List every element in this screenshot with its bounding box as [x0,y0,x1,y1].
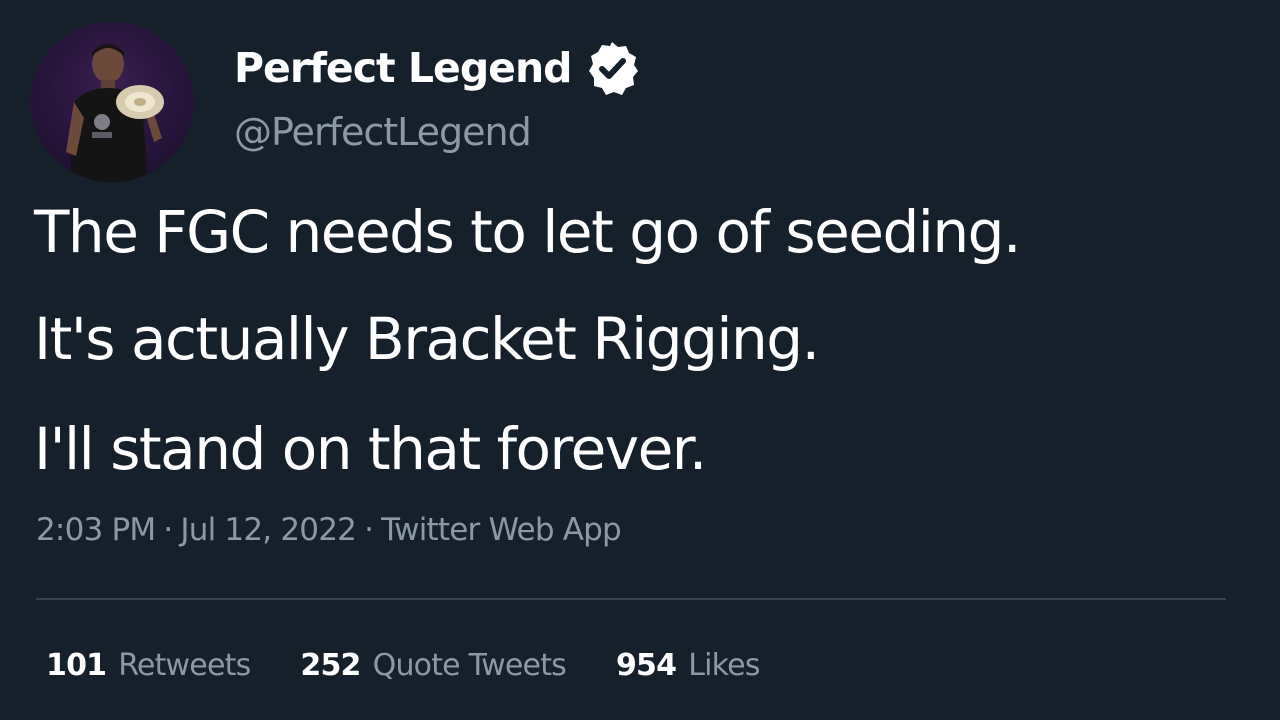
meta-separator: · [364,512,374,548]
tweet-text-line: It's actually Bracket Rigging. [34,305,820,373]
author-handle[interactable]: @PerfectLegend [234,110,532,154]
author-name-row: Perfect Legend [234,40,642,96]
retweets-count: 101 [46,648,107,683]
likes-count: 954 [615,648,677,683]
tweet-card: Perfect Legend @PerfectLegend The FGC ne… [0,0,1280,720]
avatar[interactable] [30,22,194,182]
likes-stat[interactable]: 954 Likes [616,648,760,683]
quote-tweets-label: Quote Tweets [372,648,567,683]
quote-tweets-count: 252 [300,648,361,683]
retweets-label: Retweets [118,648,251,683]
tweet-text-line: I'll stand on that forever. [34,415,707,483]
likes-label: Likes [688,648,760,683]
quote-tweets-stat[interactable]: 252 Quote Tweets [300,648,566,683]
tweet-stats: 101 Retweets 252 Quote Tweets 954 Likes [46,648,810,683]
divider [36,598,1226,600]
tweet-text-line: The FGC needs to let go of seeding. [34,198,1021,266]
retweets-stat[interactable]: 101 Retweets [46,648,251,683]
meta-separator: · [163,512,173,548]
verified-badge-icon [582,38,642,98]
author-display-name[interactable]: Perfect Legend [234,44,573,92]
avatar-photo [66,44,164,182]
tweet-time[interactable]: 2:03 PM [36,512,156,548]
tweet-source[interactable]: Twitter Web App [381,512,622,548]
tweet-metadata: 2:03 PM · Jul 12, 2022 · Twitter Web App [36,512,622,548]
tweet-date[interactable]: Jul 12, 2022 [180,512,357,548]
